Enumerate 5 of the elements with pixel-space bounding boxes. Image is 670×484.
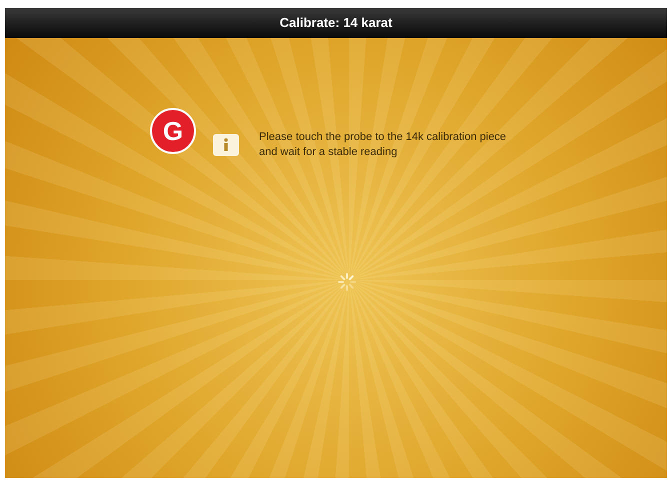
loading-spinner-icon [338, 273, 356, 291]
instruction-text: Please touch the probe to the 14k calibration piece and wait for a stable reading [259, 130, 508, 160]
window-title: Calibrate: 14 karat [280, 14, 392, 32]
info-icon [213, 134, 239, 156]
callout-badge: G [150, 108, 196, 154]
